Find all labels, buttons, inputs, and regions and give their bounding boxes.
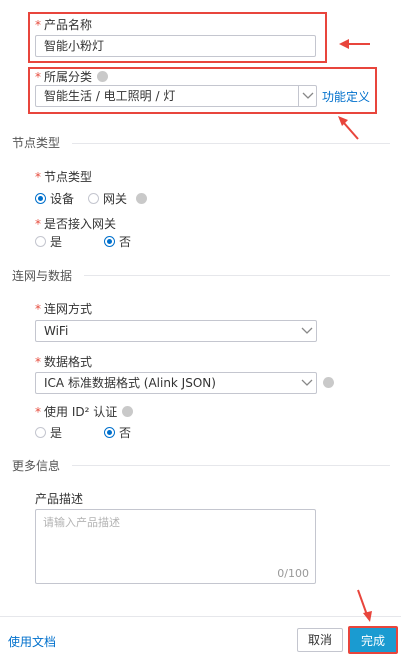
radio-yes[interactable]: 是 — [35, 424, 62, 441]
radio-label: 网关 — [103, 192, 128, 206]
network-method-select[interactable]: WiFi — [35, 320, 317, 342]
gateway-access-label: * 是否接入网关 — [35, 217, 117, 231]
radio-no[interactable]: 否 — [104, 424, 131, 441]
radio-label: 设备 — [50, 192, 75, 206]
radio-label: 否 — [119, 426, 132, 440]
radio-gateway[interactable]: 网关 — [88, 190, 127, 207]
chevron-down-icon[interactable] — [298, 373, 316, 393]
required-mark: * — [35, 217, 41, 231]
radio-label: 否 — [119, 235, 132, 249]
description-placeholder: 请输入产品描述 — [43, 516, 120, 529]
highlight-box-category — [28, 67, 377, 114]
network-method-value: WiFi — [44, 324, 69, 338]
data-format-select[interactable]: ICA 标准数据格式 (Alink JSON) — [35, 372, 317, 394]
node-type-radio-group: 设备 网关 — [35, 190, 148, 207]
section-divider — [84, 275, 390, 276]
cancel-button[interactable]: 取消 — [297, 628, 343, 652]
documentation-link[interactable]: 使用文档 — [8, 633, 56, 650]
footer-divider — [0, 616, 401, 617]
description-textarea[interactable]: 请输入产品描述 0/100 — [35, 509, 316, 584]
annotation-arrow-icon — [339, 39, 370, 49]
radio-no[interactable]: 否 — [104, 233, 131, 250]
annotation-arrow-icon — [338, 116, 359, 140]
required-mark: * — [35, 405, 41, 419]
radio-label: 是 — [50, 426, 63, 440]
radio-dot[interactable] — [35, 193, 46, 204]
help-icon[interactable] — [122, 406, 134, 417]
gateway-access-radio-group: 是 否 — [35, 233, 145, 250]
help-icon[interactable] — [136, 193, 148, 204]
radio-dot[interactable] — [104, 427, 116, 438]
section-divider — [72, 465, 390, 466]
id2-auth-radio-group: 是 否 — [35, 424, 145, 441]
highlight-box-product-name — [28, 12, 327, 63]
radio-label: 是 — [50, 235, 63, 249]
section-title-more-info: 更多信息 — [12, 459, 61, 473]
radio-device[interactable]: 设备 — [35, 190, 74, 207]
data-format-label: * 数据格式 — [35, 355, 93, 369]
radio-dot[interactable] — [104, 236, 116, 247]
section-title-network: 连网与数据 — [12, 269, 73, 283]
section-divider — [72, 143, 390, 144]
id2-auth-label: * 使用 ID² 认证 — [35, 403, 134, 420]
character-count: 0/100 — [277, 567, 309, 580]
radio-yes[interactable]: 是 — [35, 233, 62, 250]
radio-dot[interactable] — [35, 427, 46, 438]
chevron-down-icon[interactable] — [298, 321, 316, 341]
required-mark: * — [35, 170, 41, 184]
done-button[interactable]: 完成 — [348, 626, 398, 654]
network-method-label: * 连网方式 — [35, 302, 93, 316]
description-label: 产品描述 — [35, 492, 84, 506]
annotation-arrow-icon — [357, 589, 372, 622]
required-mark: * — [35, 355, 41, 369]
data-format-value: ICA 标准数据格式 (Alink JSON) — [44, 376, 216, 390]
radio-dot[interactable] — [35, 236, 46, 247]
required-mark: * — [35, 302, 41, 316]
node-type-label: * 节点类型 — [35, 170, 93, 184]
section-title-node-type: 节点类型 — [12, 136, 61, 150]
radio-dot[interactable] — [88, 193, 100, 204]
help-icon[interactable] — [323, 377, 334, 388]
